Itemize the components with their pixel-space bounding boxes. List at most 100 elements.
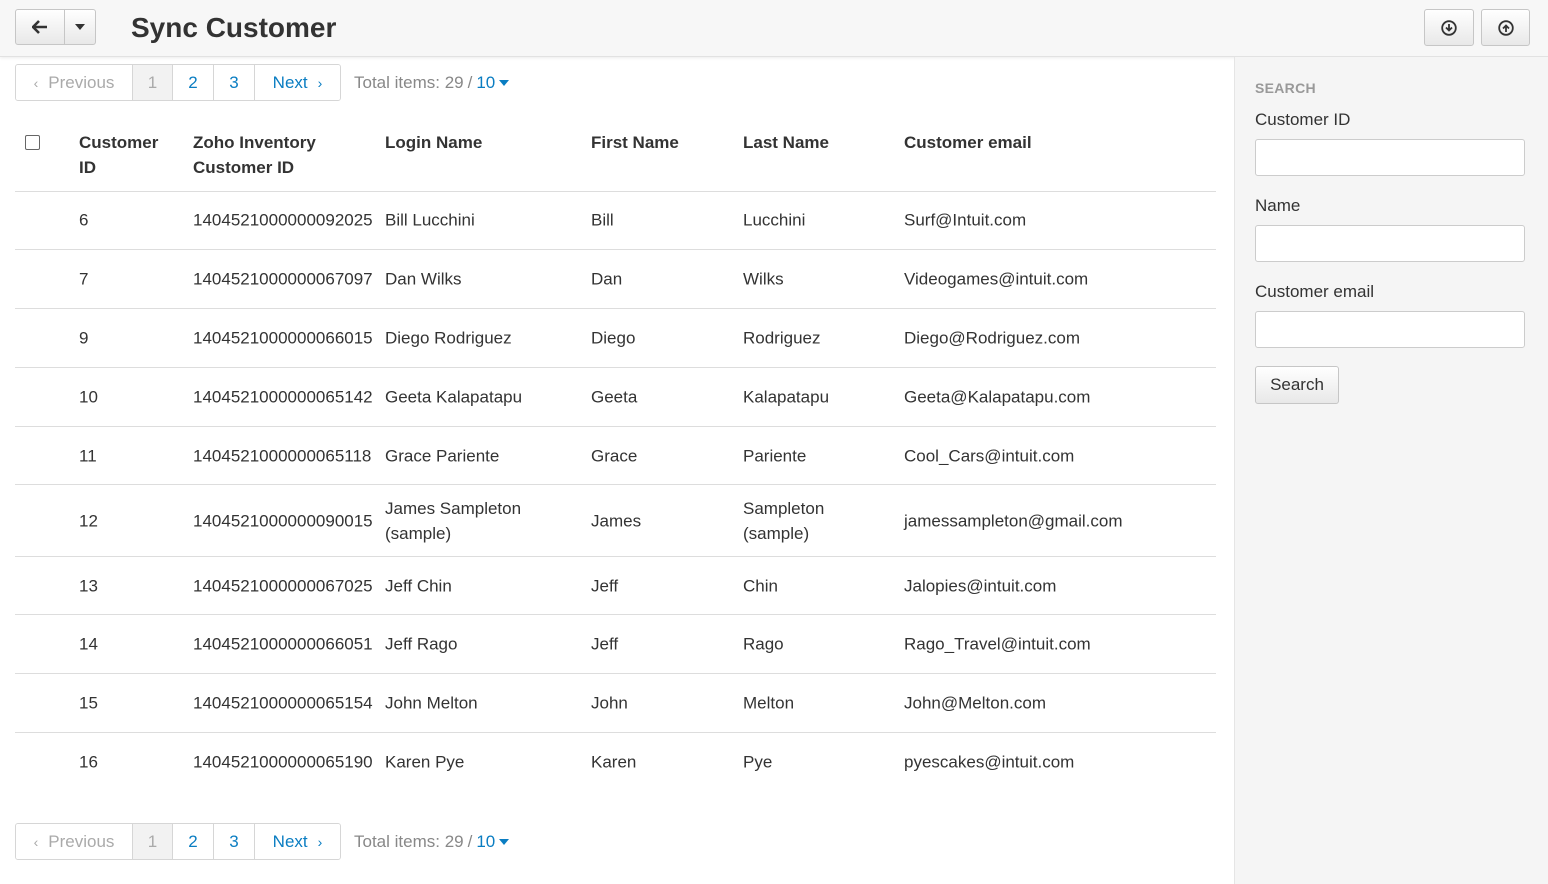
column-header-customer-id[interactable]: Customer ID (79, 130, 169, 180)
cell-customer-id: 14 (79, 634, 98, 654)
column-header-first-name[interactable]: First Name (591, 130, 679, 155)
page-2-button[interactable]: 2 (173, 65, 214, 100)
previous-page-button[interactable]: ‹ Previous (16, 65, 133, 100)
cell-customer-id: 16 (79, 752, 98, 772)
cell-last-name: Pye (743, 752, 773, 772)
customer-email-input[interactable] (1255, 311, 1525, 348)
cell-first-name: Diego (591, 328, 636, 348)
cell-email: pyescakes@intuit.com (904, 752, 1075, 772)
table-row[interactable]: 7 1404521000000067097 Dan Wilks Dan Wilk… (15, 250, 1216, 309)
download-button[interactable] (1424, 9, 1474, 46)
previous-label: Previous (48, 831, 115, 851)
per-page-selector[interactable]: 10 (476, 72, 510, 93)
cell-last-name: Rodriguez (743, 328, 821, 348)
cell-customer-id: 7 (79, 269, 89, 289)
table-row[interactable]: 9 1404521000000066015 Diego Rodriguez Di… (15, 309, 1216, 368)
cell-customer-id: 15 (79, 693, 98, 713)
next-page-button[interactable]: Next › (255, 65, 340, 100)
per-page-value: 10 (476, 72, 496, 92)
column-header-login-name[interactable]: Login Name (385, 130, 482, 155)
search-heading: SEARCH (1255, 80, 1316, 96)
table-header: Customer ID Zoho Inventory Customer ID L… (15, 118, 1216, 192)
cell-login-name: Karen Pye (385, 752, 465, 772)
customer-id-input[interactable] (1255, 139, 1525, 176)
toolbar-header: Sync Customer (0, 0, 1548, 57)
cell-zoho-id: 1404521000000065118 (193, 446, 372, 465)
cell-zoho-id: 1404521000000067097 (193, 269, 373, 289)
cell-email: Diego@Rodriguez.com (904, 328, 1081, 348)
arrow-left-icon (32, 20, 47, 34)
page-2-button[interactable]: 2 (173, 824, 214, 859)
cell-customer-id: 12 (79, 511, 98, 530)
cell-last-name: Sampleton (sample) (743, 498, 825, 543)
upload-button[interactable] (1481, 9, 1530, 46)
back-button-group (15, 9, 96, 45)
column-header-customer-email[interactable]: Customer email (904, 130, 1032, 155)
table-row[interactable]: 10 1404521000000065142 Geeta Kalapatapu … (15, 368, 1216, 427)
cell-email: jamessampleton@gmail.com (904, 511, 1123, 530)
per-page-separator: / (467, 831, 473, 851)
cell-first-name: Bill (591, 210, 614, 230)
cell-email: Jalopies@intuit.com (904, 576, 1057, 595)
customer-id-label: Customer ID (1255, 110, 1351, 129)
table-body: 6 1404521000000092025 Bill Lucchini Bill… (15, 191, 1216, 791)
pagination-buttons: ‹ Previous 1 2 3 Next › (15, 823, 341, 860)
name-label: Name (1255, 196, 1301, 215)
cell-last-name: Lucchini (743, 210, 806, 230)
per-page-value: 10 (476, 831, 496, 851)
chevron-right-icon: › (317, 833, 323, 850)
pagination-buttons: ‹ Previous 1 2 3 Next › (15, 64, 341, 101)
next-label: Next (272, 72, 308, 92)
search-button[interactable]: Search (1255, 366, 1339, 404)
cell-login-name: Grace Pariente (385, 446, 500, 465)
cell-customer-id: 6 (79, 210, 89, 230)
total-items: Total items: 29 / 10 (354, 72, 510, 93)
cell-last-name: Chin (743, 576, 778, 595)
page-1-button[interactable]: 1 (133, 824, 173, 859)
cell-last-name: Rago (743, 634, 784, 654)
cell-login-name: Bill Lucchini (385, 210, 475, 230)
previous-page-button[interactable]: ‹ Previous (16, 824, 133, 859)
cell-first-name: James (591, 511, 642, 530)
cell-first-name: Geeta (591, 387, 638, 407)
cell-first-name: Jeff (591, 576, 619, 595)
next-page-button[interactable]: Next › (255, 824, 340, 859)
search-sidebar: SEARCH Customer ID Name Customer email S… (1234, 57, 1548, 884)
column-header-zoho-id[interactable]: Zoho Inventory Customer ID (193, 130, 343, 180)
cell-zoho-id: 1404521000000066015 (193, 328, 373, 348)
cell-zoho-id: 1404521000000090015 (193, 511, 373, 530)
page-3-button[interactable]: 3 (214, 65, 255, 100)
select-all-checkbox[interactable] (25, 135, 40, 150)
total-items: Total items: 29 / 10 (354, 831, 510, 852)
back-menu-button[interactable] (64, 9, 96, 45)
total-items-label: Total items: 29 (354, 72, 464, 92)
cell-zoho-id: 1404521000000066051 (193, 634, 373, 654)
cell-zoho-id: 1404521000000065190 (193, 752, 373, 772)
page-1-button[interactable]: 1 (133, 65, 173, 100)
cell-zoho-id: 1404521000000092025 (193, 210, 373, 230)
cell-email: Surf@Intuit.com (904, 210, 1027, 230)
cell-last-name: Melton (743, 693, 795, 713)
column-header-last-name[interactable]: Last Name (743, 130, 829, 155)
chevron-right-icon: › (317, 74, 323, 91)
table-row[interactable]: 16 1404521000000065190 Karen Pye Karen P… (15, 733, 1216, 791)
table-row[interactable]: 14 1404521000000066051 Jeff Rago Jeff Ra… (15, 615, 1216, 674)
table-row[interactable]: 6 1404521000000092025 Bill Lucchini Bill… (15, 191, 1216, 250)
table-row[interactable]: 15 1404521000000065154 John Melton John … (15, 674, 1216, 733)
table-row[interactable]: 11 1404521000000065118 Grace Pariente Gr… (15, 427, 1216, 485)
cell-email: Geeta@Kalapatapu.com (904, 387, 1091, 407)
pagination-top: ‹ Previous 1 2 3 Next › Total items: 29 … (15, 64, 510, 101)
chevron-left-icon: ‹ (33, 833, 39, 850)
per-page-selector[interactable]: 10 (476, 831, 510, 852)
table-row[interactable]: 13 1404521000000067025 Jeff Chin Jeff Ch… (15, 557, 1216, 615)
page-3-button[interactable]: 3 (214, 824, 255, 859)
cell-zoho-id: 1404521000000067025 (193, 576, 373, 595)
cell-last-name: Kalapatapu (743, 387, 830, 407)
cell-customer-id: 9 (79, 328, 89, 348)
circle-arrow-down-icon (1441, 19, 1457, 36)
name-input[interactable] (1255, 225, 1525, 262)
back-button[interactable] (15, 9, 65, 45)
cell-email: Videogames@intuit.com (904, 269, 1089, 289)
table-row[interactable]: 12 1404521000000090015 James Sampleton (… (15, 485, 1216, 557)
per-page-separator: / (467, 72, 473, 92)
